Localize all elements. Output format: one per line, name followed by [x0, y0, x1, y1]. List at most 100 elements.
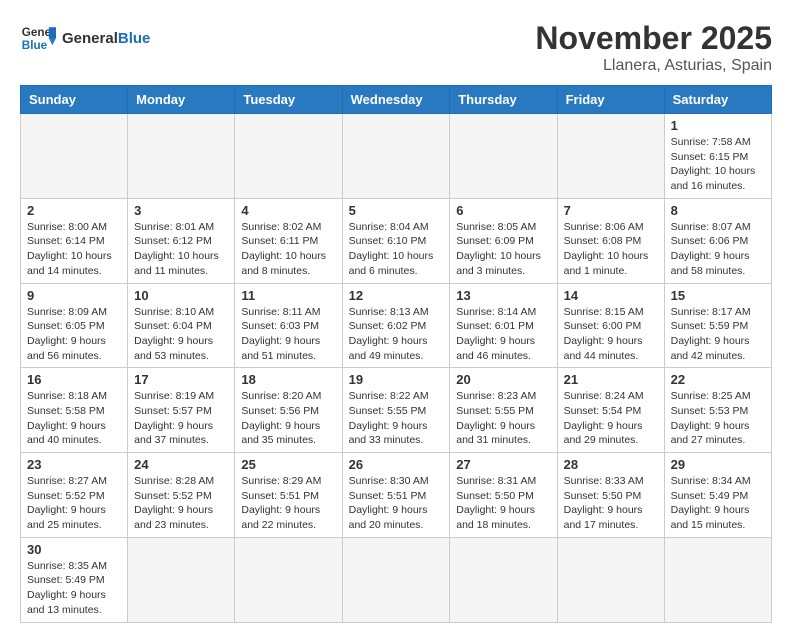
day-info: Sunrise: 8:05 AM Sunset: 6:09 PM Dayligh…	[456, 220, 550, 279]
day-number: 28	[564, 457, 658, 472]
weekday-header-monday: Monday	[128, 86, 235, 114]
calendar-cell: 2Sunrise: 8:00 AM Sunset: 6:14 PM Daylig…	[21, 198, 128, 283]
logo-icon: General Blue	[20, 20, 56, 56]
day-info: Sunrise: 8:25 AM Sunset: 5:53 PM Dayligh…	[671, 389, 765, 448]
calendar-cell	[235, 114, 342, 199]
calendar-week-row: 1 Sunrise: 7:58 AM Sunset: 6:15 PM Daylig…	[21, 114, 772, 199]
day-number: 14	[564, 288, 658, 303]
day-info: Sunrise: 7:58 AM Sunset: 6:15 PM Dayligh…	[671, 135, 765, 194]
day-info: Sunrise: 8:17 AM Sunset: 5:59 PM Dayligh…	[671, 305, 765, 364]
day-info: Sunrise: 8:14 AM Sunset: 6:01 PM Dayligh…	[456, 305, 550, 364]
location: Llanera, Asturias, Spain	[535, 57, 772, 75]
calendar-cell: 4Sunrise: 8:02 AM Sunset: 6:11 PM Daylig…	[235, 198, 342, 283]
calendar-cell	[557, 537, 664, 622]
calendar-cell: 7 Sunrise: 8:06 AM Sunset: 6:08 PM Daylig…	[557, 198, 664, 283]
day-number: 16	[27, 372, 121, 387]
calendar-cell: 6Sunrise: 8:05 AM Sunset: 6:09 PM Daylig…	[450, 198, 557, 283]
day-info: Sunrise: 8:11 AM Sunset: 6:03 PM Dayligh…	[241, 305, 335, 364]
day-number: 10	[134, 288, 228, 303]
day-number: 15	[671, 288, 765, 303]
day-info: Sunrise: 8:02 AM Sunset: 6:11 PM Dayligh…	[241, 220, 335, 279]
month-title: November 2025	[535, 20, 772, 57]
day-number: 24	[134, 457, 228, 472]
day-number: 23	[27, 457, 121, 472]
day-info: Sunrise: 8:00 AM Sunset: 6:14 PM Dayligh…	[27, 220, 121, 279]
calendar-cell: 22 Sunrise: 8:25 AM Sunset: 5:53 PM Dayli…	[664, 368, 771, 453]
day-info: Sunrise: 8:01 AM Sunset: 6:12 PM Dayligh…	[134, 220, 228, 279]
day-info: Sunrise: 8:10 AM Sunset: 6:04 PM Dayligh…	[134, 305, 228, 364]
calendar-week-row: 16 Sunrise: 8:18 AM Sunset: 5:58 PM Dayli…	[21, 368, 772, 453]
weekday-header-thursday: Thursday	[450, 86, 557, 114]
calendar-cell: 19 Sunrise: 8:22 AM Sunset: 5:55 PM Dayli…	[342, 368, 450, 453]
day-info: Sunrise: 8:06 AM Sunset: 6:08 PM Dayligh…	[564, 220, 658, 279]
calendar-cell: 24Sunrise: 8:28 AM Sunset: 5:52 PM Dayli…	[128, 453, 235, 538]
page-header: General Blue GeneralBlue November 2025 L…	[20, 20, 772, 75]
calendar-cell: 23Sunrise: 8:27 AM Sunset: 5:52 PM Dayli…	[21, 453, 128, 538]
calendar-cell	[342, 114, 450, 199]
calendar-cell: 17Sunrise: 8:19 AM Sunset: 5:57 PM Dayli…	[128, 368, 235, 453]
day-info: Sunrise: 8:22 AM Sunset: 5:55 PM Dayligh…	[349, 389, 444, 448]
calendar-cell: 26Sunrise: 8:30 AM Sunset: 5:51 PM Dayli…	[342, 453, 450, 538]
day-number: 3	[134, 203, 228, 218]
day-info: Sunrise: 8:34 AM Sunset: 5:49 PM Dayligh…	[671, 474, 765, 533]
calendar-cell	[128, 537, 235, 622]
calendar-cell: 12Sunrise: 8:13 AM Sunset: 6:02 PM Dayli…	[342, 283, 450, 368]
calendar-table: SundayMondayTuesdayWednesdayThursdayFrid…	[20, 85, 772, 623]
weekday-header-saturday: Saturday	[664, 86, 771, 114]
calendar-week-row: 9Sunrise: 8:09 AM Sunset: 6:05 PM Daylig…	[21, 283, 772, 368]
calendar-cell: 11 Sunrise: 8:11 AM Sunset: 6:03 PM Dayli…	[235, 283, 342, 368]
day-number: 22	[671, 372, 765, 387]
calendar-cell: 25 Sunrise: 8:29 AM Sunset: 5:51 PM Dayli…	[235, 453, 342, 538]
svg-text:Blue: Blue	[22, 39, 48, 52]
logo: General Blue GeneralBlue	[20, 20, 150, 56]
weekday-header-tuesday: Tuesday	[235, 86, 342, 114]
weekday-header-wednesday: Wednesday	[342, 86, 450, 114]
day-number: 7	[564, 203, 658, 218]
day-number: 30	[27, 542, 121, 557]
calendar-week-row: 23Sunrise: 8:27 AM Sunset: 5:52 PM Dayli…	[21, 453, 772, 538]
day-info: Sunrise: 8:20 AM Sunset: 5:56 PM Dayligh…	[241, 389, 335, 448]
day-info: Sunrise: 8:23 AM Sunset: 5:55 PM Dayligh…	[456, 389, 550, 448]
day-info: Sunrise: 8:04 AM Sunset: 6:10 PM Dayligh…	[349, 220, 444, 279]
calendar-week-row: 2Sunrise: 8:00 AM Sunset: 6:14 PM Daylig…	[21, 198, 772, 283]
day-info: Sunrise: 8:07 AM Sunset: 6:06 PM Dayligh…	[671, 220, 765, 279]
weekday-header-sunday: Sunday	[21, 86, 128, 114]
calendar-cell: 5 Sunrise: 8:04 AM Sunset: 6:10 PM Daylig…	[342, 198, 450, 283]
calendar-cell	[557, 114, 664, 199]
calendar-cell	[128, 114, 235, 199]
day-number: 11	[241, 288, 335, 303]
calendar-cell	[342, 537, 450, 622]
day-number: 18	[241, 372, 335, 387]
calendar-cell: 18 Sunrise: 8:20 AM Sunset: 5:56 PM Dayli…	[235, 368, 342, 453]
day-number: 1	[671, 118, 765, 133]
day-info: Sunrise: 8:31 AM Sunset: 5:50 PM Dayligh…	[456, 474, 550, 533]
day-info: Sunrise: 8:18 AM Sunset: 5:58 PM Dayligh…	[27, 389, 121, 448]
calendar-cell: 9Sunrise: 8:09 AM Sunset: 6:05 PM Daylig…	[21, 283, 128, 368]
day-info: Sunrise: 8:19 AM Sunset: 5:57 PM Dayligh…	[134, 389, 228, 448]
day-number: 20	[456, 372, 550, 387]
calendar-week-row: 30Sunrise: 8:35 AM Sunset: 5:49 PM Dayli…	[21, 537, 772, 622]
day-number: 9	[27, 288, 121, 303]
calendar-cell: 29 Sunrise: 8:34 AM Sunset: 5:49 PM Dayli…	[664, 453, 771, 538]
day-info: Sunrise: 8:29 AM Sunset: 5:51 PM Dayligh…	[241, 474, 335, 533]
calendar-cell: 8Sunrise: 8:07 AM Sunset: 6:06 PM Daylig…	[664, 198, 771, 283]
calendar-cell: 1 Sunrise: 7:58 AM Sunset: 6:15 PM Daylig…	[664, 114, 771, 199]
calendar-cell: 30Sunrise: 8:35 AM Sunset: 5:49 PM Dayli…	[21, 537, 128, 622]
day-number: 25	[241, 457, 335, 472]
day-number: 13	[456, 288, 550, 303]
title-block: November 2025 Llanera, Asturias, Spain	[535, 20, 772, 75]
day-info: Sunrise: 8:33 AM Sunset: 5:50 PM Dayligh…	[564, 474, 658, 533]
calendar-cell	[21, 114, 128, 199]
day-number: 5	[349, 203, 444, 218]
calendar-cell	[664, 537, 771, 622]
calendar-cell: 16 Sunrise: 8:18 AM Sunset: 5:58 PM Dayli…	[21, 368, 128, 453]
calendar-cell: 10 Sunrise: 8:10 AM Sunset: 6:04 PM Dayli…	[128, 283, 235, 368]
calendar-cell: 27Sunrise: 8:31 AM Sunset: 5:50 PM Dayli…	[450, 453, 557, 538]
calendar-cell: 15 Sunrise: 8:17 AM Sunset: 5:59 PM Dayli…	[664, 283, 771, 368]
day-number: 19	[349, 372, 444, 387]
day-number: 29	[671, 457, 765, 472]
calendar-cell: 21Sunrise: 8:24 AM Sunset: 5:54 PM Dayli…	[557, 368, 664, 453]
weekday-header-row: SundayMondayTuesdayWednesdayThursdayFrid…	[21, 86, 772, 114]
day-number: 21	[564, 372, 658, 387]
calendar-cell: 3 Sunrise: 8:01 AM Sunset: 6:12 PM Daylig…	[128, 198, 235, 283]
